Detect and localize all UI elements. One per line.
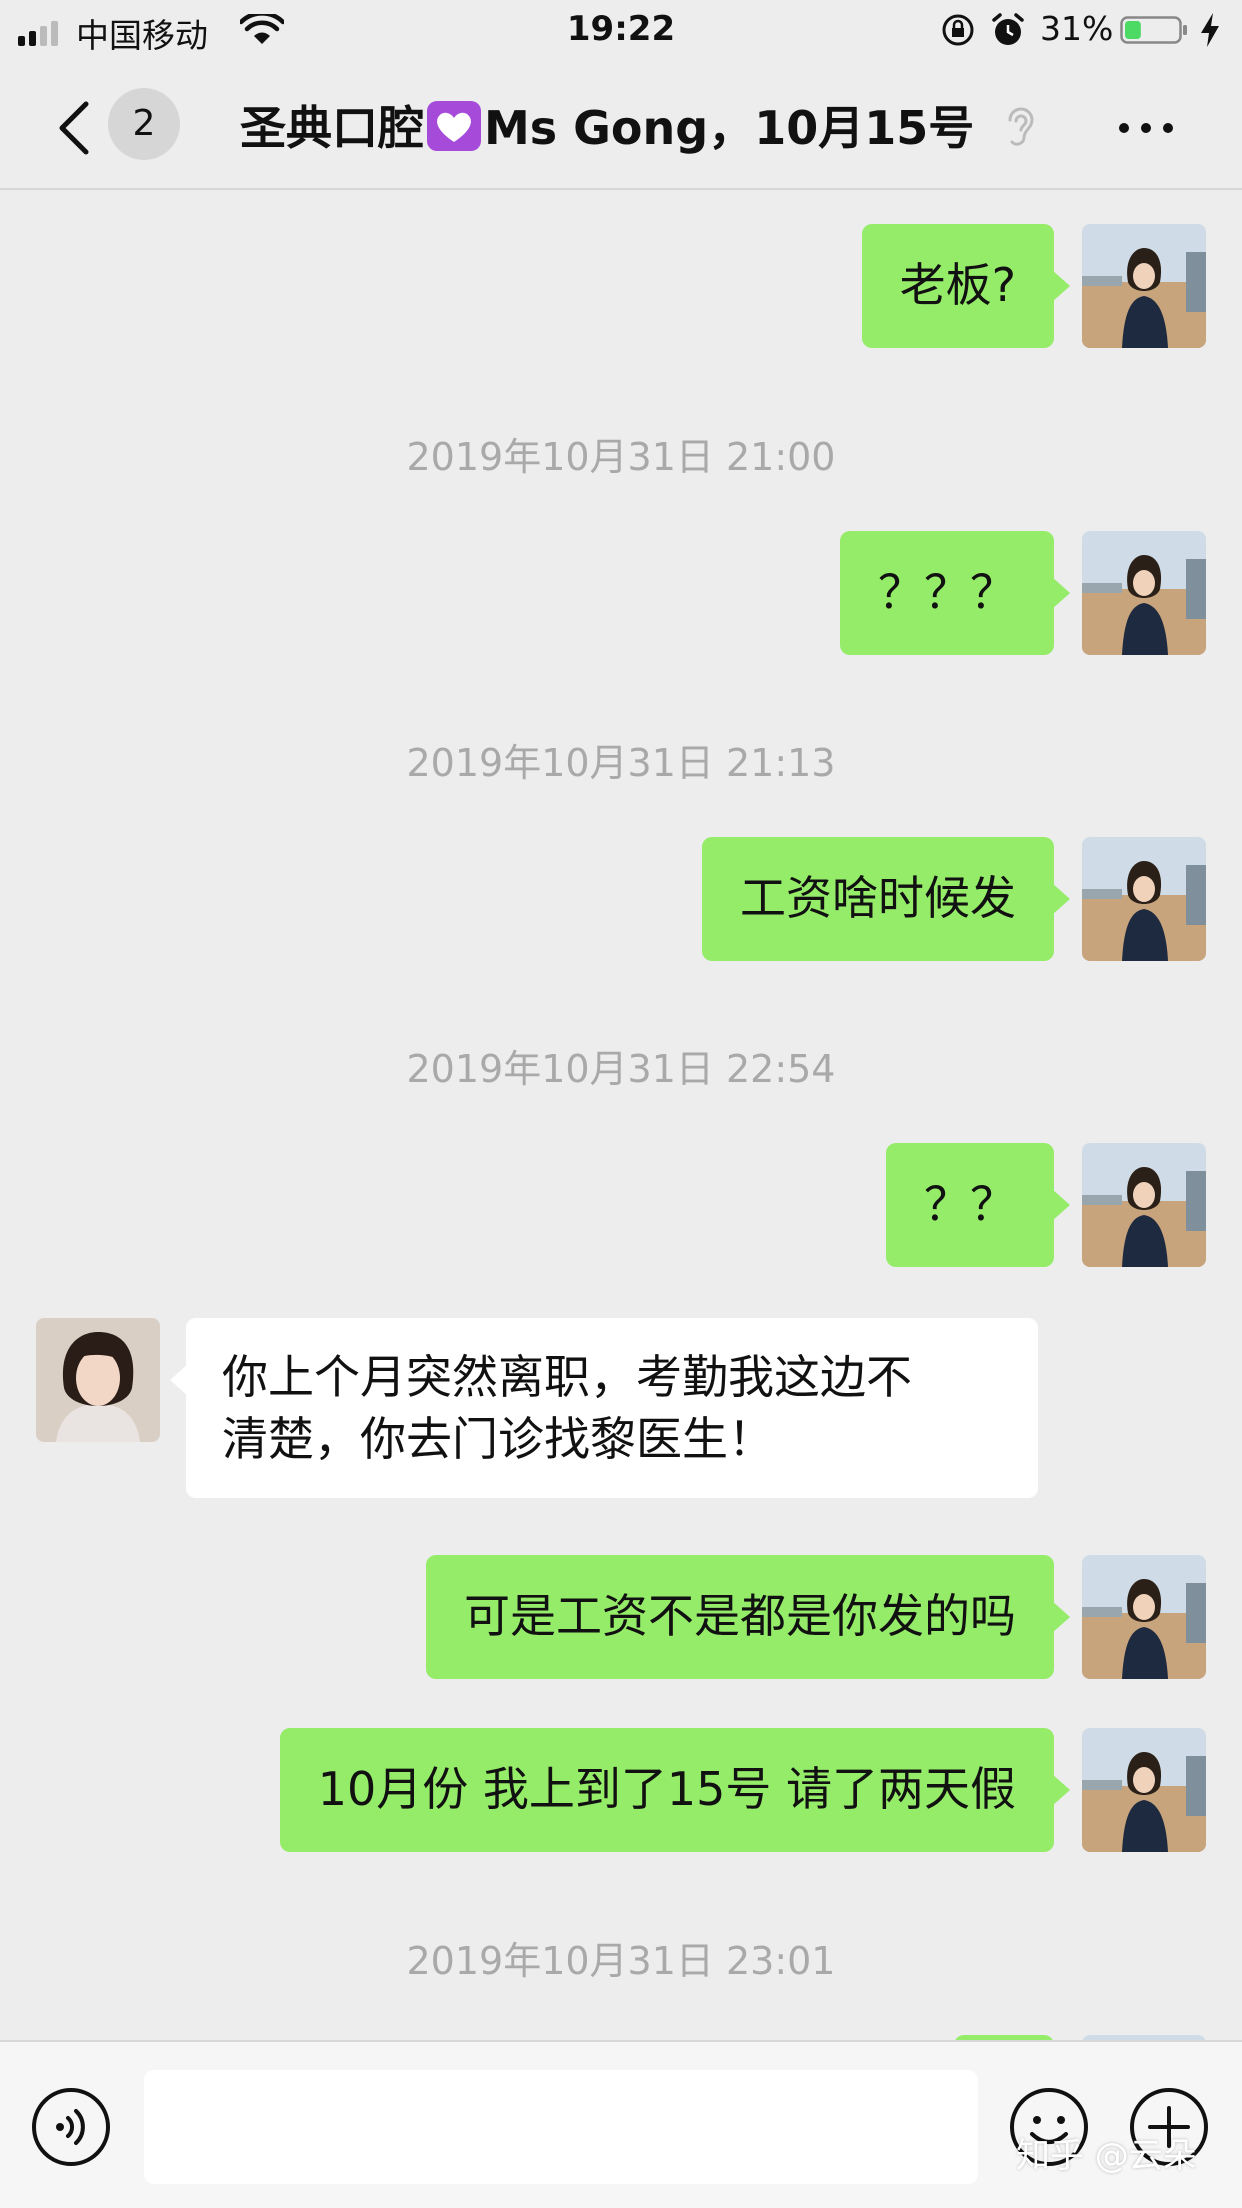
chat-header: 2 圣典口腔 Ms Gong，10月15号 — [0, 62, 1242, 190]
sent-message-bubble[interactable]: 老板? — [861, 224, 1071, 348]
avatar[interactable] — [1082, 1143, 1206, 1267]
watermark: 知乎 @云朵 — [1016, 2136, 1197, 2176]
avatar[interactable] — [36, 1318, 160, 1442]
avatar[interactable] — [1082, 1728, 1206, 1852]
sent-message-bubble[interactable]: ？？ — [886, 1143, 1070, 1267]
message-input[interactable] — [144, 2070, 978, 2184]
chat-title-prefix: 圣典口腔 — [240, 101, 424, 155]
battery-icon — [1120, 16, 1187, 44]
timestamp: 2019年10月31日 21:13 — [406, 741, 836, 785]
timestamp: 2019年10月31日 23:01 — [406, 1939, 836, 1983]
avatar[interactable] — [1082, 837, 1206, 961]
sent-message-bubble[interactable]: 可是工资不是都是你发的吗 — [426, 1555, 1070, 1679]
purple-heart-icon — [427, 101, 481, 151]
avatar[interactable] — [1082, 531, 1206, 655]
avatar[interactable] — [1082, 224, 1206, 348]
sent-message-bubble[interactable]: 10月份 我上到了15号 请了两天假 — [279, 1728, 1071, 1852]
chat-title: 圣典口腔 Ms Gong，10月15号 — [240, 92, 974, 158]
input-bar — [0, 2040, 1242, 2208]
sent-message-bubble[interactable]: ？？？ — [840, 531, 1070, 655]
charging-bolt-icon — [1201, 13, 1219, 47]
battery-percent: 31% — [1040, 9, 1114, 48]
more-icon[interactable] — [1116, 118, 1176, 138]
message-list[interactable]: 老板? 2019年10月31日 21:00 ？？？ 2019年10月31日 21… — [0, 190, 1242, 2040]
chevron-left-icon[interactable] — [50, 98, 100, 158]
received-message-bubble[interactable]: 你上个月突然离职，考勤我这边不 清楚，你去门诊找黎医生！ — [170, 1318, 1038, 1498]
voice-icon[interactable] — [30, 2086, 112, 2168]
ear-icon — [1008, 107, 1034, 146]
alarm-icon — [992, 13, 1024, 45]
sent-message-bubble[interactable]: 工资啥时候发 — [702, 837, 1070, 961]
timestamp: 2019年10月31日 21:00 — [406, 435, 836, 479]
rotation-lock-icon — [942, 14, 974, 46]
unread-count-badge[interactable]: 2 — [108, 88, 180, 160]
chat-title-suffix: Ms Gong，10月15号 — [484, 101, 975, 155]
avatar[interactable] — [1082, 1555, 1206, 1679]
status-bar: 中国移动 19:22 31% — [0, 0, 1242, 62]
timestamp: 2019年10月31日 22:54 — [406, 1047, 836, 1091]
